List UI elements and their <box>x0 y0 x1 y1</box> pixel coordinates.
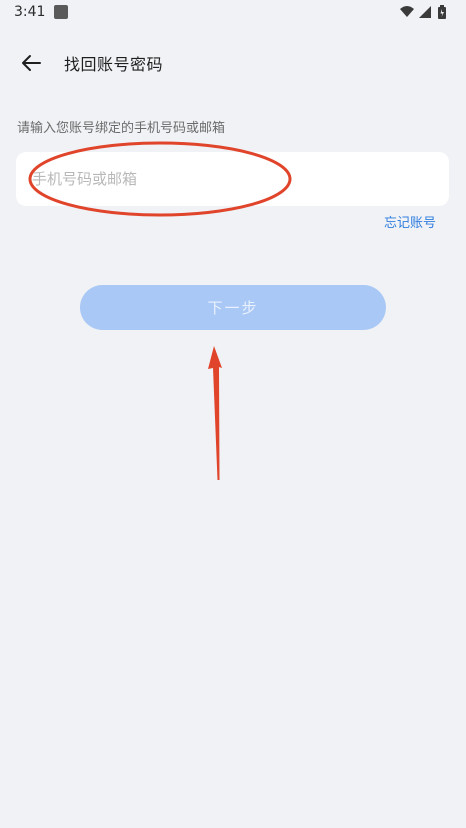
instruction-text: 请输入您账号绑定的手机号码或邮箱 <box>17 121 226 136</box>
cell-signal-icon <box>419 6 431 18</box>
wifi-icon <box>400 6 414 17</box>
status-bar: 3:41 <box>0 0 466 26</box>
status-icons <box>398 4 454 22</box>
account-input[interactable] <box>32 152 432 206</box>
app-notification-icon <box>54 5 68 19</box>
forgot-account-link[interactable]: 忘记账号 <box>384 212 436 231</box>
account-input-card <box>16 152 449 206</box>
battery-icon <box>438 5 446 19</box>
arrow-up-annotation-icon <box>208 346 222 480</box>
page-title: 找回账号密码 <box>64 55 164 74</box>
arrow-left-icon <box>22 55 41 71</box>
header: 找回账号密码 <box>0 40 466 86</box>
back-button[interactable] <box>18 50 46 76</box>
next-button[interactable]: 下一步 <box>80 285 386 330</box>
status-time: 3:41 <box>14 4 46 20</box>
